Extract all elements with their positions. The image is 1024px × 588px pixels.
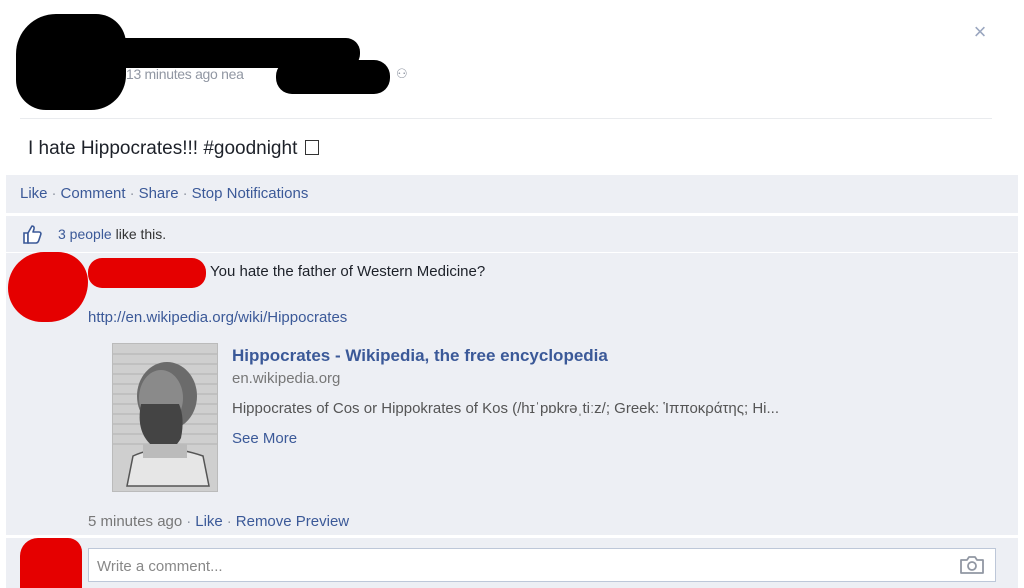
stop-notifications-button[interactable]: Stop Notifications — [192, 185, 309, 202]
preview-thumbnail-image[interactable] — [112, 343, 218, 492]
comment-button[interactable]: Comment — [61, 185, 126, 202]
comment-like-button[interactable]: Like — [195, 513, 223, 530]
post-text: I hate Hippocrates!!! #goodnight — [28, 138, 320, 160]
close-icon[interactable]: × — [968, 20, 992, 44]
separator: · — [129, 185, 135, 202]
unknown-glyph-box — [305, 140, 320, 155]
separator: · — [182, 185, 188, 202]
remove-preview-button[interactable]: Remove Preview — [236, 513, 349, 530]
post-actions: Like · Comment · Share · Stop Notifications — [20, 185, 308, 202]
post-timestamp[interactable]: 13 minutes ago nea — [126, 66, 244, 82]
likes-summary: 3 people like this. — [58, 226, 166, 242]
preview-description: Hippocrates of Cos or Hippokrates of Kos… — [232, 400, 780, 417]
comment-time[interactable]: 5 minutes ago — [88, 513, 182, 530]
comment-text: You hate the father of Western Medicine? — [210, 263, 486, 280]
comment-input[interactable] — [95, 550, 949, 582]
camera-icon[interactable] — [959, 555, 985, 575]
preview-domain: en.wikipedia.org — [232, 370, 341, 387]
like-button[interactable]: Like — [20, 185, 48, 202]
likes-suffix: like this. — [111, 226, 167, 242]
divider — [20, 118, 992, 119]
preview-title-link[interactable]: Hippocrates - Wikipedia, the free encycl… — [232, 346, 608, 366]
thumbs-up-icon — [22, 223, 44, 245]
comment-input-box[interactable] — [88, 548, 996, 582]
separator: · — [226, 513, 232, 530]
post-text-content: I hate Hippocrates!!! #goodnight — [28, 138, 298, 159]
see-more-link[interactable]: See More — [232, 430, 297, 447]
redacted-commenter-name — [88, 258, 206, 288]
redacted-avatar — [16, 14, 126, 110]
likes-count-link[interactable]: 3 people — [58, 226, 112, 242]
comment-url-link[interactable]: http://en.wikipedia.org/wiki/Hippocrates — [88, 309, 347, 326]
comment-meta: 5 minutes ago · Like · Remove Preview — [88, 513, 349, 530]
redacted-location — [276, 60, 390, 94]
friends-icon: ⚇ — [396, 66, 408, 81]
share-button[interactable]: Share — [139, 185, 179, 202]
redacted-viewer-avatar — [20, 538, 82, 588]
separator: · — [186, 513, 192, 530]
separator: · — [51, 185, 57, 202]
